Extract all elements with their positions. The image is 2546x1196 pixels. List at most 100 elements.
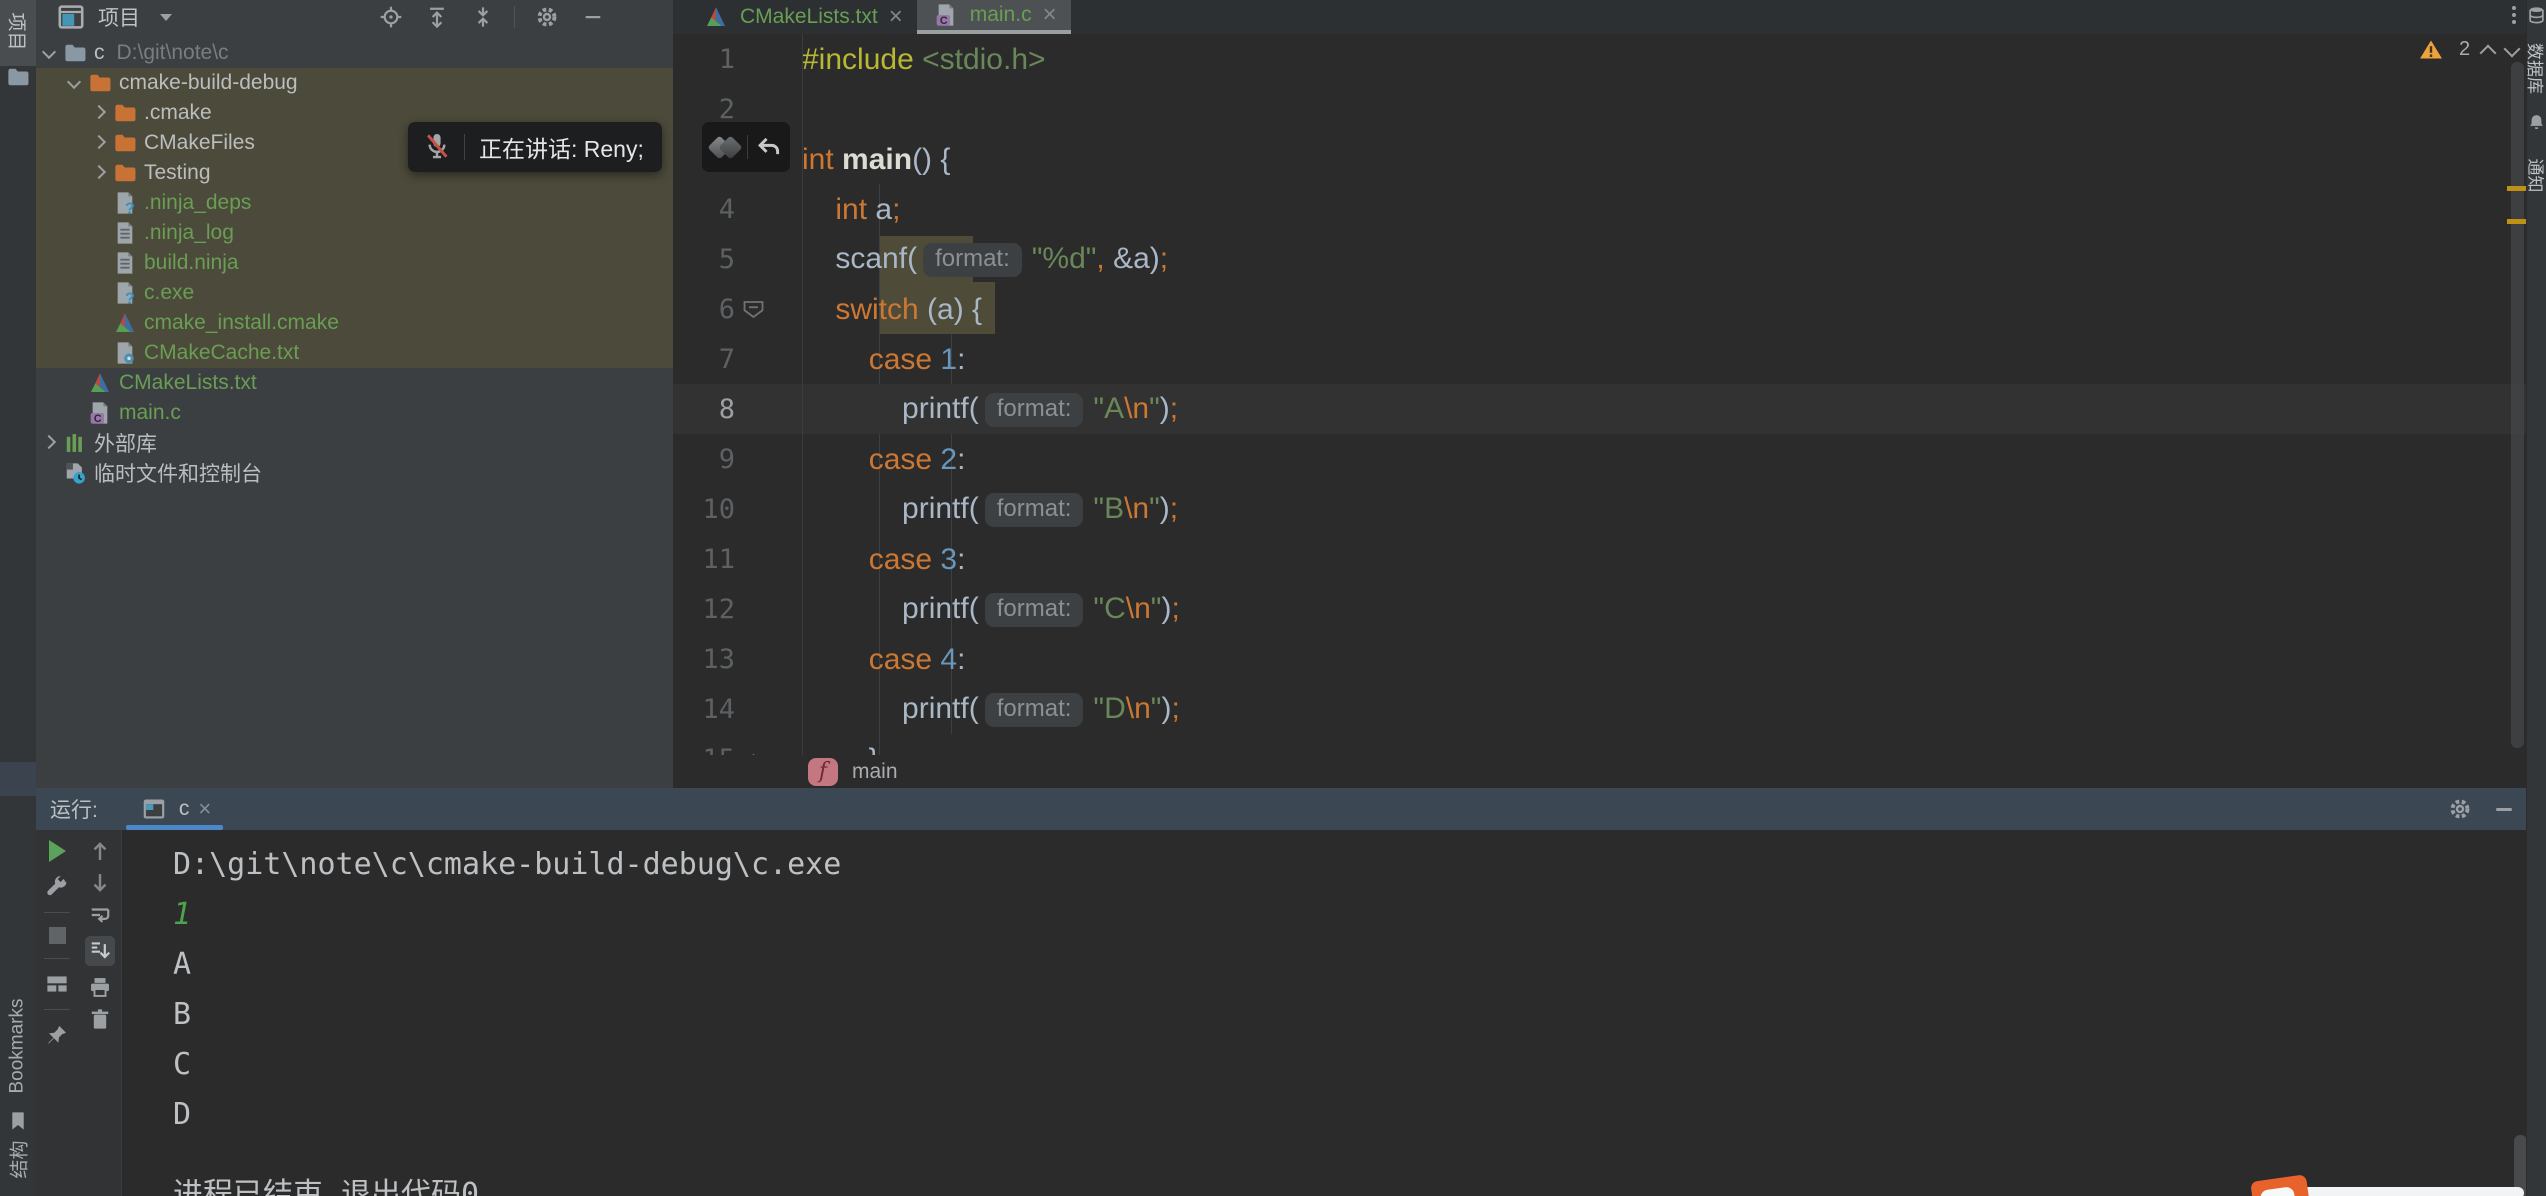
close-icon[interactable]: × — [198, 796, 211, 822]
code-line-4[interactable]: 4 int a; — [673, 184, 2526, 234]
code-line-2[interactable]: 2 — [673, 84, 2526, 134]
tree-item-cmake_install.cmake[interactable]: cmake_install.cmake — [36, 308, 673, 338]
console-line: 进程已结束,退出代码0 — [173, 1170, 2516, 1196]
scrollend-button[interactable] — [85, 936, 115, 966]
pin-button[interactable] — [46, 1024, 68, 1046]
run-tool-window: 运行: c × D:\git\note\c\cmake-build-debug\… — [36, 788, 2526, 1196]
softwrap-button[interactable] — [89, 904, 111, 926]
tree-item-cmakecache.txt[interactable]: CMakeCache.txt — [36, 338, 673, 368]
code-line-6[interactable]: 6 switch (a) { — [673, 284, 2526, 334]
prev-problem-icon[interactable] — [2480, 44, 2497, 61]
console-line: C — [173, 1040, 2516, 1090]
fold-collapse-icon[interactable] — [743, 300, 764, 319]
code-line-9[interactable]: 9 case 2: — [673, 434, 2526, 484]
stripe-button-bookmarks[interactable]: Bookmarks — [0, 985, 36, 1131]
layout-button[interactable] — [46, 973, 68, 995]
divider — [464, 134, 465, 160]
token: " — [1149, 392, 1160, 425]
collapse-all-icon[interactable] — [472, 6, 494, 28]
down-button[interactable] — [90, 872, 110, 894]
bell-icon — [2528, 113, 2545, 131]
code-text: printf(format:"C\n"); — [802, 591, 1180, 627]
locate-icon[interactable] — [380, 6, 402, 28]
hide-icon[interactable] — [583, 7, 603, 27]
tree-item-build.ninja[interactable]: build.ninja — [36, 248, 673, 278]
rerun-button[interactable] — [49, 840, 66, 862]
stop-button[interactable] — [49, 927, 66, 944]
tab-label: CMakeLists.txt — [740, 5, 878, 29]
library-icon — [64, 433, 86, 453]
token: #include — [802, 43, 922, 76]
chevron-down-icon[interactable] — [38, 42, 60, 64]
code-line-10[interactable]: 10 printf(format:"B\n"); — [673, 484, 2526, 534]
code-line-14[interactable]: 14 printf(format:"D\n"); — [673, 684, 2526, 734]
code-line-12[interactable]: 12 printf(format:"C\n"); — [673, 584, 2526, 634]
floating-share-bar[interactable] — [2296, 1187, 2524, 1196]
tree-item-x[interactable]: 临时文件和控制台 — [36, 458, 673, 488]
chevron-right-icon[interactable] — [38, 432, 60, 454]
svg-text:C: C — [94, 413, 102, 425]
editor-tab-cmakelists.txt[interactable]: CMakeLists.txt × — [687, 0, 917, 34]
code-line-8[interactable]: 8 printf(format:"A\n"); — [673, 384, 2526, 434]
chevron-down-icon[interactable] — [63, 72, 85, 94]
warning-stripe-mark[interactable] — [2507, 219, 2527, 224]
token: " — [1151, 692, 1162, 725]
editor-tab-main.c[interactable]: Cmain.c× — [917, 0, 1071, 34]
mic-muted-icon[interactable] — [424, 132, 450, 162]
wrench-button[interactable] — [46, 876, 68, 898]
parameter-hint: format: — [985, 593, 1084, 627]
token: ; — [1171, 592, 1179, 625]
inspections-widget[interactable]: 2 — [2415, 38, 2518, 61]
tree-item-x[interactable]: 外部库 — [36, 428, 673, 458]
expand-all-icon[interactable] — [426, 6, 448, 28]
code-line-5[interactable]: 5 scanf(format:"%d", &a); — [673, 234, 2526, 284]
token: printf — [902, 592, 969, 625]
left-tool-stripe: 项目 Bookmarks 结构 — [0, 0, 36, 1196]
chevron-spacer — [88, 282, 110, 304]
breadcrumb-item-main[interactable]: main — [852, 760, 898, 784]
token: (a) { — [919, 293, 982, 326]
project-view-selector[interactable]: 项目 — [54, 2, 172, 32]
code-editor[interactable]: 1#include <stdio.h>23int main() {4 int a… — [673, 34, 2526, 755]
stripe-button-run[interactable] — [0, 762, 36, 796]
close-icon[interactable]: × — [1043, 1, 1057, 29]
code-line-3[interactable]: 3int main() { — [673, 134, 2526, 184]
code-line-1[interactable]: 1#include <stdio.h> — [673, 34, 2526, 84]
run-settings-gear-icon[interactable] — [2448, 797, 2472, 821]
run-tab-c[interactable]: c × — [126, 788, 223, 830]
tree-item-.ninja_deps[interactable]: ?.ninja_deps — [36, 188, 673, 218]
token: "B — [1093, 492, 1124, 525]
stripe-button-project[interactable]: 项目 — [0, 0, 36, 66]
stripe-button-structure[interactable]: 结构 — [0, 1122, 36, 1196]
voice-overlay-tools[interactable] — [702, 122, 790, 172]
token: , — [1096, 242, 1104, 275]
settings-icon[interactable] — [535, 5, 559, 29]
up-button[interactable] — [90, 840, 110, 862]
print-button[interactable] — [89, 976, 111, 998]
chevron-right-icon[interactable] — [88, 132, 110, 154]
code-line-7[interactable]: 7 case 1: — [673, 334, 2526, 384]
tree-item-c.exe[interactable]: ?c.exe — [36, 278, 673, 308]
trash-button[interactable] — [89, 1008, 111, 1030]
hide-panel-icon[interactable] — [2496, 808, 2512, 811]
stripe-button-database[interactable]: 数据库 — [2511, 6, 2546, 81]
line-number: 15 — [673, 744, 735, 756]
divider — [44, 912, 70, 913]
console-output[interactable]: D:\git\note\c\cmake-build-debug\c.exe1AB… — [123, 830, 2516, 1196]
line-number: 10 — [673, 494, 735, 525]
tree-item-cmakelists.txt[interactable]: CMakeLists.txt — [36, 368, 673, 398]
chevron-right-icon[interactable] — [88, 102, 110, 124]
warning-icon — [2419, 39, 2443, 60]
token: ; — [892, 193, 900, 226]
tree-item-c[interactable]: cD:\git\note\c — [36, 38, 673, 68]
code-line-15[interactable]: 15 } — [673, 734, 2526, 755]
tree-item-.ninja_log[interactable]: .ninja_log — [36, 218, 673, 248]
tree-item-label: c — [94, 41, 105, 65]
tree-item-main.c[interactable]: Cmain.c — [36, 398, 673, 428]
stripe-button-bell[interactable]: 通知 — [2520, 113, 2546, 188]
tree-item-cmake-build-debug[interactable]: cmake-build-debug — [36, 68, 673, 98]
code-line-11[interactable]: 11 case 3: — [673, 534, 2526, 584]
close-icon[interactable]: × — [889, 3, 903, 31]
code-line-13[interactable]: 13 case 4: — [673, 634, 2526, 684]
chevron-right-icon[interactable] — [88, 162, 110, 184]
